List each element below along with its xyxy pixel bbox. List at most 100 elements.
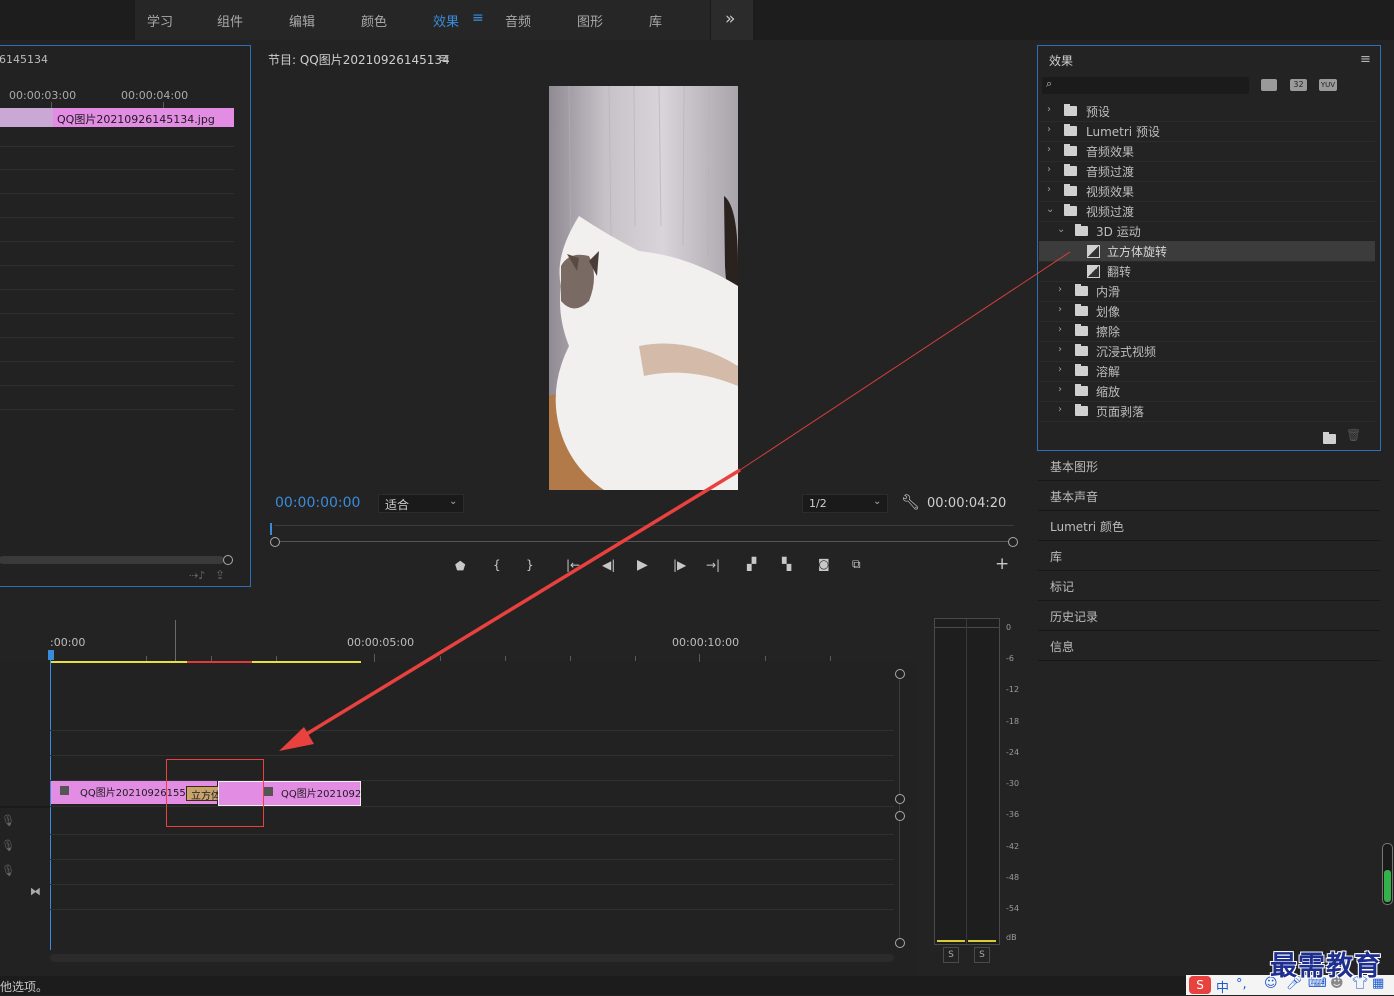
preset-folder-icon xyxy=(1064,104,1077,116)
tree-item-video-effects[interactable]: › 视频效果 xyxy=(1039,181,1375,202)
render-bar-red xyxy=(187,661,252,663)
insert-icon[interactable]: ⇢♪ xyxy=(189,569,205,582)
tree-item-iris[interactable]: › 划像 xyxy=(1039,301,1375,322)
render-bar-yellow xyxy=(252,661,361,663)
effects-search-input[interactable]: ⌕ xyxy=(1042,77,1249,94)
tree-item-audio-transitions[interactable]: › 音频过渡 xyxy=(1039,161,1375,182)
export-icon[interactable]: ⇪ xyxy=(215,568,225,582)
panel-lumetri-color[interactable]: Lumetri 颜色 xyxy=(1038,511,1380,541)
chevron-down-icon: ⌄ xyxy=(1057,224,1066,235)
tab-assembly[interactable]: 组件 xyxy=(217,11,243,30)
video-frame xyxy=(549,86,738,490)
wrench-icon[interactable]: 🔧︎ xyxy=(901,493,920,511)
accelerated-effects-icon[interactable] xyxy=(1261,79,1277,91)
source-zoom-handle[interactable] xyxy=(223,555,233,565)
play-icon[interactable]: ▶ xyxy=(637,557,648,573)
32bit-effects-icon[interactable]: 32 xyxy=(1290,79,1307,91)
resolution-dropdown[interactable]: 1/2 ⌄ xyxy=(802,494,888,513)
folder-icon xyxy=(1075,304,1088,316)
scrub-start-handle[interactable] xyxy=(270,537,280,547)
tree-label: 音频效果 xyxy=(1086,145,1135,159)
panel-markers[interactable]: 标记 xyxy=(1038,571,1380,601)
new-bin-icon[interactable] xyxy=(1323,432,1336,444)
tree-item-cube-spin[interactable]: 立方体旋转 xyxy=(1039,241,1375,262)
scrub-bar[interactable] xyxy=(274,541,1014,542)
chevron-right-icon: › xyxy=(1058,364,1062,375)
mic-icon[interactable]: 🎙︎ xyxy=(1,864,15,877)
panel-label: 标记 xyxy=(1050,580,1075,594)
meter-scale-label: -42 xyxy=(1006,842,1020,851)
source-clip-label: QQ图片20210926145134.jpg xyxy=(57,113,215,126)
side-scrollbar[interactable] xyxy=(1382,843,1393,905)
track-scroll-handle[interactable] xyxy=(895,669,905,679)
tree-item-zoom[interactable]: › 缩放 xyxy=(1039,381,1375,402)
panel-history[interactable]: 历史记录 xyxy=(1038,601,1380,631)
punctuation-icon[interactable]: °, xyxy=(1236,977,1247,992)
tab-editing[interactable]: 编辑 xyxy=(289,11,315,30)
track-scroll-handle[interactable] xyxy=(895,794,905,804)
source-clip-left[interactable] xyxy=(0,108,53,127)
fit-dropdown[interactable]: 适合 ⌄ xyxy=(378,494,464,513)
timeline-horizontal-scrollbar[interactable] xyxy=(50,954,894,962)
track-scroll-handle[interactable] xyxy=(895,938,905,948)
tree-item-3d-motion[interactable]: ⌄ 3D 运动 xyxy=(1039,221,1375,242)
mic-icon[interactable]: 🎙︎ xyxy=(1,814,15,827)
folder-icon xyxy=(1075,364,1088,376)
mic-icon[interactable]: 🎙︎ xyxy=(1,839,15,852)
tab-menu-icon[interactable]: ≡ xyxy=(472,10,484,26)
panel-menu-icon[interactable]: ≡ xyxy=(1360,52,1371,67)
go-to-out-icon[interactable]: →| xyxy=(706,558,720,572)
tab-audio[interactable]: 音频 xyxy=(505,11,531,30)
tree-item-immersive-video[interactable]: › 沉浸式视频 xyxy=(1039,341,1375,362)
track-scroll-handle[interactable] xyxy=(895,811,905,821)
panel-info[interactable]: 信息 xyxy=(1038,631,1380,661)
folder-icon xyxy=(1075,324,1088,336)
panel-essential-sound[interactable]: 基本声音 xyxy=(1038,481,1380,511)
go-to-in-icon[interactable]: |← xyxy=(566,558,580,572)
compare-icon[interactable]: ⧉ xyxy=(852,557,861,572)
tree-item-slide[interactable]: › 内滑 xyxy=(1039,281,1375,302)
tree-item-lumetri-presets[interactable]: › Lumetri 预设 xyxy=(1039,121,1375,142)
solo-button-left[interactable]: S xyxy=(943,947,959,963)
tree-item-presets[interactable]: › 预设 xyxy=(1039,101,1375,122)
extract-icon[interactable]: ▚ xyxy=(782,557,791,571)
master-track-icon[interactable]: ⧓ xyxy=(30,885,41,898)
panel-libraries[interactable]: 库 xyxy=(1038,541,1380,571)
scrub-end-handle[interactable] xyxy=(1008,537,1018,547)
tree-item-flip[interactable]: 翻转 xyxy=(1039,261,1375,282)
playhead-marker[interactable] xyxy=(270,523,272,535)
panel-essential-graphics[interactable]: 基本图形 xyxy=(1038,451,1380,481)
tree-item-video-transitions[interactable]: ⌄ 视频过渡 xyxy=(1039,201,1375,222)
lift-icon[interactable]: ▞ xyxy=(747,557,756,571)
tree-item-audio-effects[interactable]: › 音频效果 xyxy=(1039,141,1375,162)
yuv-effects-icon[interactable]: YUV xyxy=(1319,79,1337,91)
trash-icon[interactable]: 🗑︎ xyxy=(1346,428,1361,442)
source-zoom-scrollbar[interactable] xyxy=(0,556,224,564)
timeline-playhead-handle[interactable] xyxy=(48,650,54,660)
tree-item-wipe[interactable]: › 擦除 xyxy=(1039,321,1375,342)
mark-out-icon[interactable]: } xyxy=(526,558,534,572)
source-panel: 6145134 00:00:03:00 00:00:04:00 QQ图片2021… xyxy=(0,45,251,587)
mark-in-icon[interactable]: { xyxy=(493,558,501,572)
ime-mode[interactable]: 中 xyxy=(1216,977,1229,996)
folder-icon xyxy=(1075,224,1088,236)
marker-icon[interactable]: ⬟ xyxy=(455,559,465,573)
tree-label: 3D 运动 xyxy=(1096,225,1141,239)
panel-label: 基本图形 xyxy=(1050,460,1099,474)
tab-graphics[interactable]: 图形 xyxy=(577,11,603,30)
solo-button-right[interactable]: S xyxy=(974,947,990,963)
add-button-icon[interactable]: + xyxy=(995,554,1009,574)
source-clip[interactable]: QQ图片20210926145134.jpg xyxy=(53,108,234,127)
tree-item-page-peel[interactable]: › 页面剥落 xyxy=(1039,401,1375,422)
tab-libraries[interactable]: 库 xyxy=(649,11,662,30)
more-workspaces-button[interactable]: » xyxy=(710,0,753,40)
panel-menu-icon[interactable]: ≡ xyxy=(439,51,450,66)
tab-effects[interactable]: 效果 xyxy=(433,11,459,30)
tab-color[interactable]: 颜色 xyxy=(361,11,387,30)
camera-icon[interactable]: ◙ xyxy=(818,557,830,571)
step-forward-icon[interactable]: |▶ xyxy=(673,558,686,572)
tab-learn[interactable]: 学习 xyxy=(147,11,173,30)
playhead-timecode[interactable]: 00:00:00:00 xyxy=(275,495,360,511)
step-back-icon[interactable]: ◀| xyxy=(602,558,615,572)
tree-item-dissolve[interactable]: › 溶解 xyxy=(1039,361,1375,382)
